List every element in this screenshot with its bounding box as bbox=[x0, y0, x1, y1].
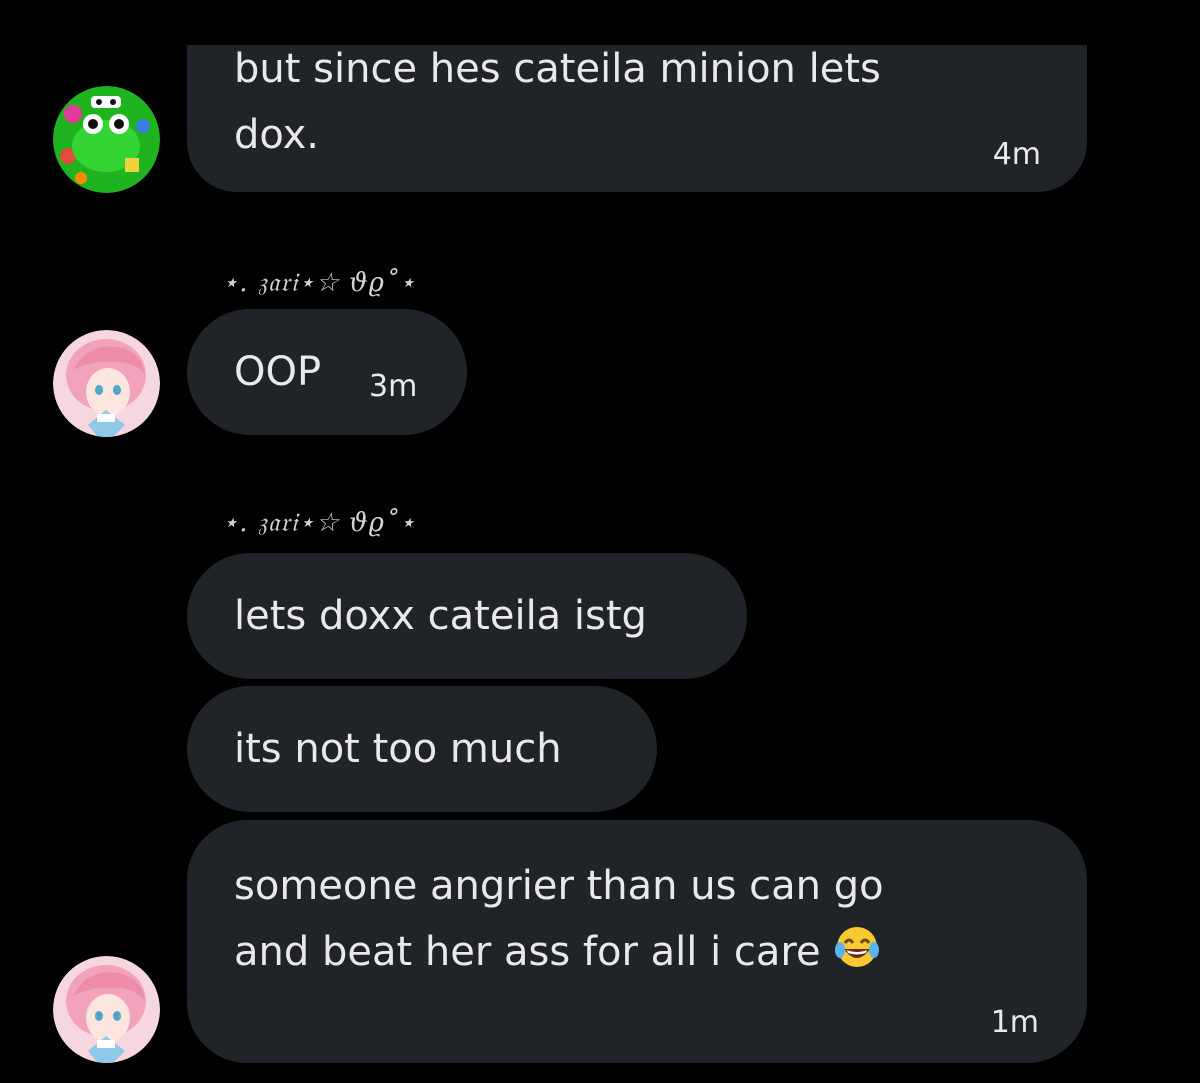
avatar-anime-girl-icon[interactable] bbox=[53, 956, 160, 1063]
message-bubble[interactable]: its not too much bbox=[187, 686, 657, 812]
message-text: and beat her ass for all i care bbox=[234, 921, 881, 989]
message-text: OOP bbox=[234, 349, 322, 395]
message-timestamp: 1m bbox=[990, 1005, 1039, 1040]
message-text: its not too much bbox=[234, 726, 562, 772]
message-timestamp: 4m bbox=[992, 137, 1041, 172]
face-with-tears-of-joy-icon bbox=[833, 923, 881, 989]
sender-name: ⋆. 𝔷𝔞𝔯𝔦⋆☆ 𝜗𝜚˚⋆ bbox=[222, 268, 417, 298]
message-text: dox. bbox=[234, 112, 320, 158]
message-text: someone angrier than us can go bbox=[234, 863, 884, 909]
message-bubble[interactable]: OOP 3m bbox=[187, 309, 467, 435]
message-text: but since hes cateila minion lets bbox=[234, 46, 881, 92]
avatar-green-frog-icon[interactable] bbox=[53, 86, 160, 193]
scroll-clip bbox=[0, 0, 1200, 45]
message-text: lets doxx cateila istg bbox=[234, 593, 647, 639]
sender-name: ⋆. 𝔷𝔞𝔯𝔦⋆☆ 𝜗𝜚˚⋆ bbox=[222, 508, 417, 538]
message-bubble[interactable]: lets doxx cateila istg bbox=[187, 553, 747, 679]
message-bubble[interactable]: someone angrier than us can go and beat … bbox=[187, 820, 1087, 1063]
message-text-line: and beat her ass for all i care bbox=[234, 929, 821, 975]
avatar-anime-girl-icon[interactable] bbox=[53, 330, 160, 437]
message-timestamp: 3m bbox=[369, 369, 418, 404]
